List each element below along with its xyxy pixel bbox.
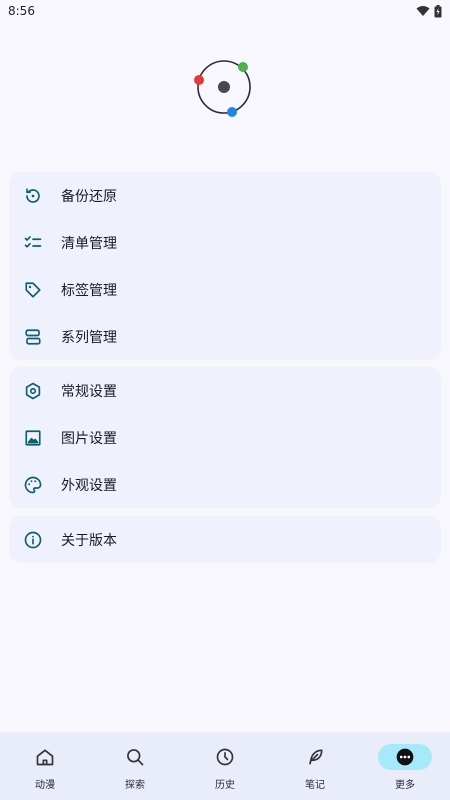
feather-icon xyxy=(288,744,342,770)
nav-label: 探索 xyxy=(125,780,145,791)
clock-icon xyxy=(198,744,252,770)
series-icon xyxy=(23,327,43,347)
status-bar: 8:56 xyxy=(0,0,450,22)
menu-item-tag-manage[interactable]: 标签管理 xyxy=(9,266,441,313)
nav-label: 动漫 xyxy=(35,780,55,791)
image-icon xyxy=(23,428,43,448)
status-time: 8:56 xyxy=(8,4,35,18)
menu-item-appearance-settings[interactable]: 外观设置 xyxy=(9,461,441,508)
wifi-icon xyxy=(416,6,430,16)
nav-label: 笔记 xyxy=(305,780,325,791)
app-logo xyxy=(192,56,256,120)
menu-item-series-manage[interactable]: 系列管理 xyxy=(9,313,441,360)
nav-item-more[interactable]: 更多 xyxy=(360,732,450,800)
menu-item-image-settings[interactable]: 图片设置 xyxy=(9,414,441,461)
menu-item-general-settings[interactable]: 常规设置 xyxy=(9,367,441,414)
nav-item-anime[interactable]: 动漫 xyxy=(0,732,90,800)
menu-item-label: 备份还原 xyxy=(61,188,117,205)
menu-item-label: 清单管理 xyxy=(61,235,117,252)
menu-item-label: 关于版本 xyxy=(61,532,117,549)
menu-item-label: 常规设置 xyxy=(61,383,117,400)
nav-label: 更多 xyxy=(395,780,415,791)
bottom-navigation: 动漫 探索 历史 笔记 更多 xyxy=(0,732,450,800)
menu-item-list-manage[interactable]: 清单管理 xyxy=(9,219,441,266)
nav-item-history[interactable]: 历史 xyxy=(180,732,270,800)
menu-group-about: 关于版本 xyxy=(9,516,441,563)
menu-item-label: 外观设置 xyxy=(61,477,117,494)
settings-hex-icon xyxy=(23,381,43,401)
nav-item-notes[interactable]: 笔记 xyxy=(270,732,360,800)
menu-group-data: 备份还原 清单管理 标签管理 系列管理 xyxy=(9,172,441,360)
checklist-icon xyxy=(23,233,43,253)
menu-item-label: 标签管理 xyxy=(61,282,117,299)
home-icon xyxy=(18,744,72,770)
battery-icon xyxy=(434,4,442,17)
info-icon xyxy=(23,530,43,550)
restore-icon xyxy=(23,186,43,206)
nav-label: 历史 xyxy=(215,780,235,791)
palette-icon xyxy=(23,475,43,495)
menu-item-backup-restore[interactable]: 备份还原 xyxy=(9,172,441,219)
status-icons xyxy=(416,4,442,18)
more-icon xyxy=(378,744,432,770)
menu-item-label: 图片设置 xyxy=(61,430,117,447)
menu-item-about-version[interactable]: 关于版本 xyxy=(9,516,441,563)
tag-icon xyxy=(23,280,43,300)
menu-group-settings: 常规设置 图片设置 外观设置 xyxy=(9,367,441,508)
nav-item-explore[interactable]: 探索 xyxy=(90,732,180,800)
search-icon xyxy=(108,744,162,770)
menu-item-label: 系列管理 xyxy=(61,329,117,346)
